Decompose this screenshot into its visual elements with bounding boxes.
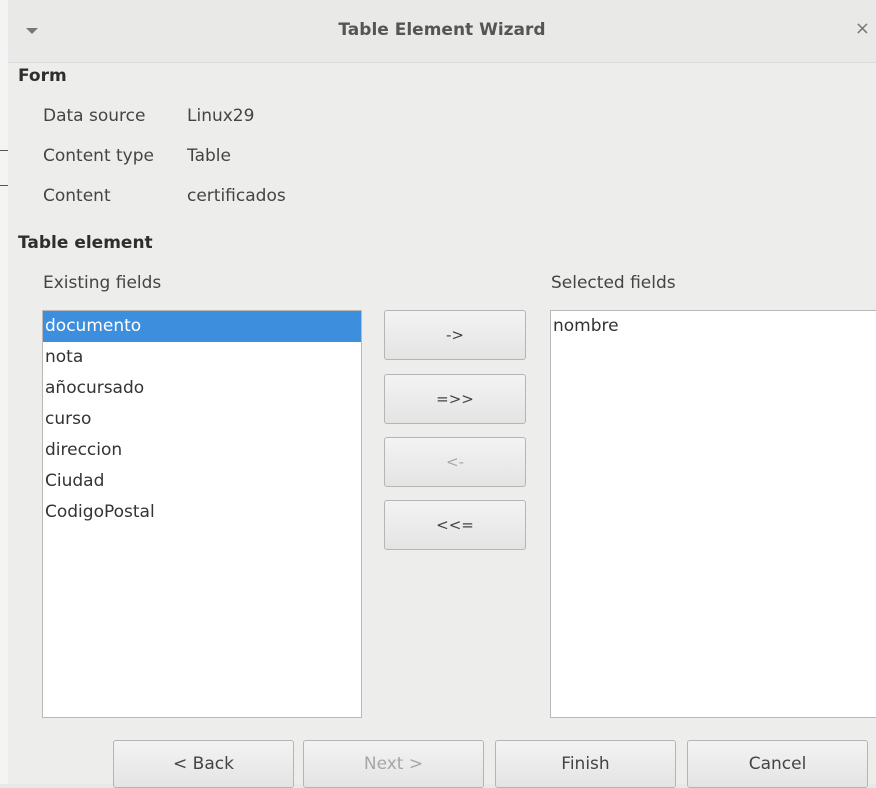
content-label: Content (43, 186, 111, 206)
remove-field-button[interactable]: <- (384, 437, 526, 487)
existing-field-item[interactable]: curso (43, 404, 361, 435)
window-title: Table Element Wizard (338, 20, 546, 40)
background-window-edge (0, 0, 8, 784)
add-all-fields-button[interactable]: =>> (384, 374, 526, 424)
selected-fields-label: Selected fields (551, 273, 676, 293)
existing-field-item[interactable]: añocursado (43, 373, 361, 404)
content-type-label: Content type (43, 146, 154, 166)
back-button[interactable]: < Back (113, 740, 294, 788)
close-icon[interactable]: × (855, 18, 870, 39)
next-button[interactable]: Next > (303, 740, 484, 788)
table-element-heading: Table element (18, 233, 153, 253)
content-value: certificados (187, 186, 286, 206)
add-field-button[interactable]: -> (384, 310, 526, 360)
content-type-value: Table (187, 146, 231, 166)
existing-field-item[interactable]: direccion (43, 435, 361, 466)
selected-fields-list[interactable]: nombre (550, 310, 876, 718)
remove-all-fields-button[interactable]: <<= (384, 500, 526, 550)
cancel-button[interactable]: Cancel (687, 740, 868, 788)
data-source-label: Data source (43, 106, 146, 126)
dialog-window: Table Element Wizard × Form Data source … (8, 0, 876, 788)
selected-field-item[interactable]: nombre (551, 311, 876, 342)
existing-fields-label: Existing fields (43, 273, 162, 293)
existing-field-item[interactable]: CodigoPostal (43, 497, 361, 528)
existing-field-item[interactable]: Ciudad (43, 466, 361, 497)
data-source-value: Linux29 (187, 106, 255, 126)
existing-field-item[interactable]: nota (43, 342, 361, 373)
finish-button[interactable]: Finish (495, 740, 676, 788)
existing-field-item[interactable]: documento (43, 311, 361, 342)
title-bar[interactable]: Table Element Wizard × (8, 0, 876, 63)
form-heading: Form (18, 66, 67, 86)
existing-fields-list[interactable]: documento nota añocursado curso direccion Ciu… (42, 310, 362, 718)
